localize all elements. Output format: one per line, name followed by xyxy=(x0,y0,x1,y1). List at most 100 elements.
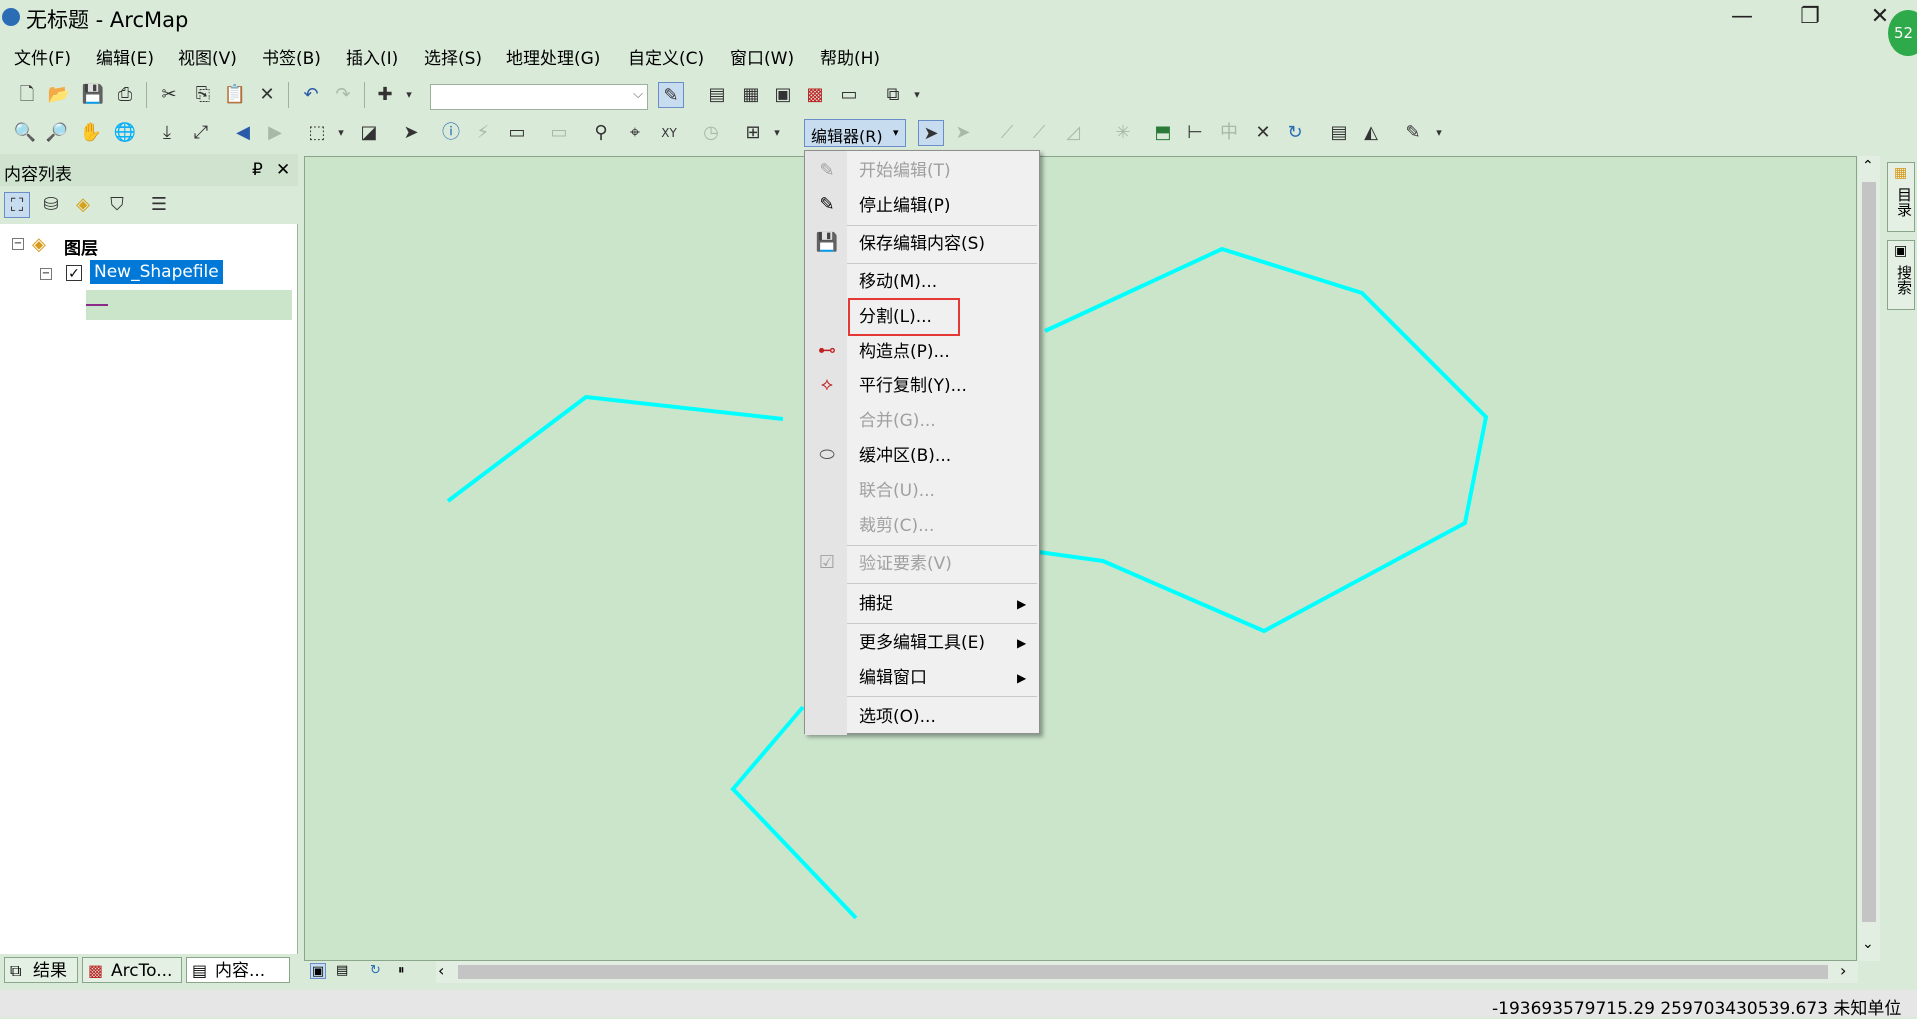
menu-save-edits[interactable]: 保存编辑内容(S) xyxy=(859,229,985,259)
menu-move[interactable]: 移动(M)... xyxy=(859,267,937,297)
menu-view[interactable]: 视图(V) xyxy=(178,44,237,69)
straight-segment-icon[interactable]: ⟋ xyxy=(994,120,1020,146)
add-data-icon[interactable]: ✚ xyxy=(372,82,398,108)
open-folder-icon[interactable]: 📂 xyxy=(46,82,72,108)
sketch-properties-icon[interactable]: ◭ xyxy=(1358,120,1384,146)
close-icon[interactable]: ✕ xyxy=(276,160,290,180)
menu-help[interactable]: 帮助(H) xyxy=(820,44,880,69)
hyperlink-icon[interactable]: ⚡ xyxy=(470,120,496,146)
pan-hand-icon[interactable]: ✋ xyxy=(78,120,104,146)
save-icon[interactable]: 💾 xyxy=(80,82,106,108)
time-slider-icon[interactable]: ◷ xyxy=(698,120,724,146)
menu-customize[interactable]: 自定义(C) xyxy=(628,44,704,69)
menu-insert[interactable]: 插入(I) xyxy=(346,44,398,69)
options-icon[interactable]: ☰ xyxy=(146,192,172,218)
cut-icon[interactable]: ✂ xyxy=(156,82,182,108)
menu-clip[interactable]: 裁剪(C)... xyxy=(859,511,934,541)
catalog-dock-tab[interactable]: ▦ 目录 xyxy=(1887,162,1915,232)
scroll-up-icon[interactable]: ⌃ xyxy=(1862,158,1874,174)
menu-start-editing[interactable]: 开始编辑(T) xyxy=(859,156,951,186)
pin-icon[interactable]: ₽ xyxy=(252,160,263,180)
catalog-window-icon[interactable]: ▦ xyxy=(738,82,764,108)
zoom-out-icon[interactable]: 🔎 xyxy=(44,120,70,146)
menu-more-editing-tools[interactable]: 更多编辑工具(E) xyxy=(859,628,985,658)
scroll-right-icon[interactable]: › xyxy=(1840,961,1846,980)
editor-dropdown-button[interactable]: 编辑器(R) ▾ xyxy=(804,119,906,147)
menu-windows[interactable]: 窗口(W) xyxy=(730,44,794,69)
list-by-drawing-order-icon[interactable]: ⛶ xyxy=(4,192,30,218)
menu-merge[interactable]: 合并(G)... xyxy=(859,406,936,436)
full-extent-globe-icon[interactable]: 🌐 xyxy=(112,120,138,146)
redo-icon[interactable]: ↷ xyxy=(330,82,356,108)
find-binoculars-icon[interactable]: ⚲ xyxy=(588,120,614,146)
layer-visibility-checkbox[interactable]: ✓ xyxy=(66,265,82,282)
undo-icon[interactable]: ↶ xyxy=(298,82,324,108)
restore-button[interactable]: ❐ xyxy=(1780,0,1840,34)
map-canvas[interactable] xyxy=(304,156,1857,961)
layer-name[interactable]: New_Shapefile xyxy=(90,260,223,284)
copy-icon[interactable]: ⎘ xyxy=(190,82,216,108)
menu-validate-features[interactable]: 验证要素(V) xyxy=(859,549,952,579)
select-features-icon[interactable]: ⬚ xyxy=(304,120,330,146)
menu-copy-parallel[interactable]: 平行复制(Y)... xyxy=(859,371,967,401)
menu-buffer[interactable]: 缓冲区(B)... xyxy=(859,441,951,471)
layout-view-icon[interactable]: ▤ xyxy=(336,963,348,978)
toolbar-options-icon[interactable]: ▾ xyxy=(770,120,784,146)
arctoolbox-icon[interactable]: ▩ xyxy=(802,82,828,108)
menu-edit[interactable]: 编辑(E) xyxy=(96,44,154,69)
menu-stop-editing[interactable]: 停止编辑(P) xyxy=(859,191,951,221)
search-window-icon[interactable]: ▣ xyxy=(770,82,796,108)
edit-tool-arrow-icon[interactable]: ➤ xyxy=(918,120,944,146)
horizontal-scrollbar[interactable]: ‹ › xyxy=(436,961,1858,983)
rotate-icon[interactable]: ↻ xyxy=(1282,120,1308,146)
menu-options[interactable]: 选项(O)... xyxy=(859,702,936,732)
menu-editing-windows[interactable]: 编辑窗口 xyxy=(859,663,927,693)
cut-polygons-icon[interactable]: 中 xyxy=(1216,120,1242,146)
list-by-selection-icon[interactable]: ⛉ xyxy=(104,192,130,218)
zoom-in-icon[interactable]: 🔍 xyxy=(12,120,38,146)
split-tool-icon[interactable]: ✕ xyxy=(1250,120,1276,146)
collapse-toggle-icon[interactable]: − xyxy=(40,268,52,280)
refresh-icon[interactable]: ↻ xyxy=(370,963,381,978)
print-icon[interactable]: ⎙ xyxy=(112,82,138,108)
reshape-feature-icon[interactable]: ⊢ xyxy=(1182,120,1208,146)
model-builder-icon[interactable]: ⧉ xyxy=(880,82,906,108)
back-arrow-icon[interactable]: ◀ xyxy=(230,120,256,146)
pause-drawing-icon[interactable]: ⏸ xyxy=(398,963,405,978)
new-document-icon[interactable]: 🗋 xyxy=(14,82,40,108)
attributes-icon[interactable]: ▤ xyxy=(1326,120,1352,146)
menu-construct-points[interactable]: 构造点(P)... xyxy=(859,337,950,367)
editor-toolbar-icon[interactable]: ✎ xyxy=(658,82,684,108)
menu-selection[interactable]: 选择(S) xyxy=(424,44,482,69)
endpoint-arc-icon[interactable]: ⟋ xyxy=(1026,120,1052,146)
measure-icon[interactable]: ▭ xyxy=(546,120,572,146)
fixed-zoom-in-icon[interactable]: ⤓ xyxy=(154,120,180,146)
menu-union[interactable]: 联合(U)... xyxy=(859,476,935,506)
scroll-thumb[interactable] xyxy=(458,965,1828,979)
search-dock-tab[interactable]: ▣ 搜索 xyxy=(1887,240,1915,310)
data-view-icon[interactable]: ▣ xyxy=(310,963,326,979)
vertical-scrollbar[interactable]: ⌃ ⌄ xyxy=(1858,156,1880,961)
menu-split[interactable]: 分割(L)... xyxy=(859,302,932,332)
clear-selection-icon[interactable]: ◪ xyxy=(356,120,382,146)
html-popup-icon[interactable]: ▭ xyxy=(504,120,530,146)
go-to-xy-icon[interactable]: XY xyxy=(656,120,682,146)
fixed-zoom-out-icon[interactable]: ⤢ xyxy=(188,120,214,146)
add-data-dropdown-icon[interactable]: ▾ xyxy=(396,82,422,108)
menu-geoprocessing[interactable]: 地理处理(G) xyxy=(506,44,600,69)
point-icon[interactable]: ✳ xyxy=(1110,120,1136,146)
list-by-source-icon[interactable]: ⛁ xyxy=(38,192,64,218)
scale-combobox[interactable]: ⌵ xyxy=(430,84,648,110)
delete-icon[interactable]: ✕ xyxy=(254,82,280,108)
toolbar-options-icon[interactable]: ▾ xyxy=(1432,120,1446,146)
create-features-icon[interactable]: ✎ xyxy=(1400,120,1426,146)
menu-file[interactable]: 文件(F) xyxy=(14,44,71,69)
identify-icon[interactable]: ⓘ xyxy=(438,120,464,146)
scroll-left-icon[interactable]: ‹ xyxy=(438,961,444,980)
table-window-icon[interactable]: ▤ xyxy=(704,82,730,108)
scroll-down-icon[interactable]: ⌄ xyxy=(1862,936,1874,952)
find-route-icon[interactable]: ⌖ xyxy=(622,120,648,146)
edit-vertices-icon[interactable]: ⬒ xyxy=(1150,120,1176,146)
forward-arrow-icon[interactable]: ▶ xyxy=(262,120,288,146)
scroll-thumb[interactable] xyxy=(1862,182,1876,922)
